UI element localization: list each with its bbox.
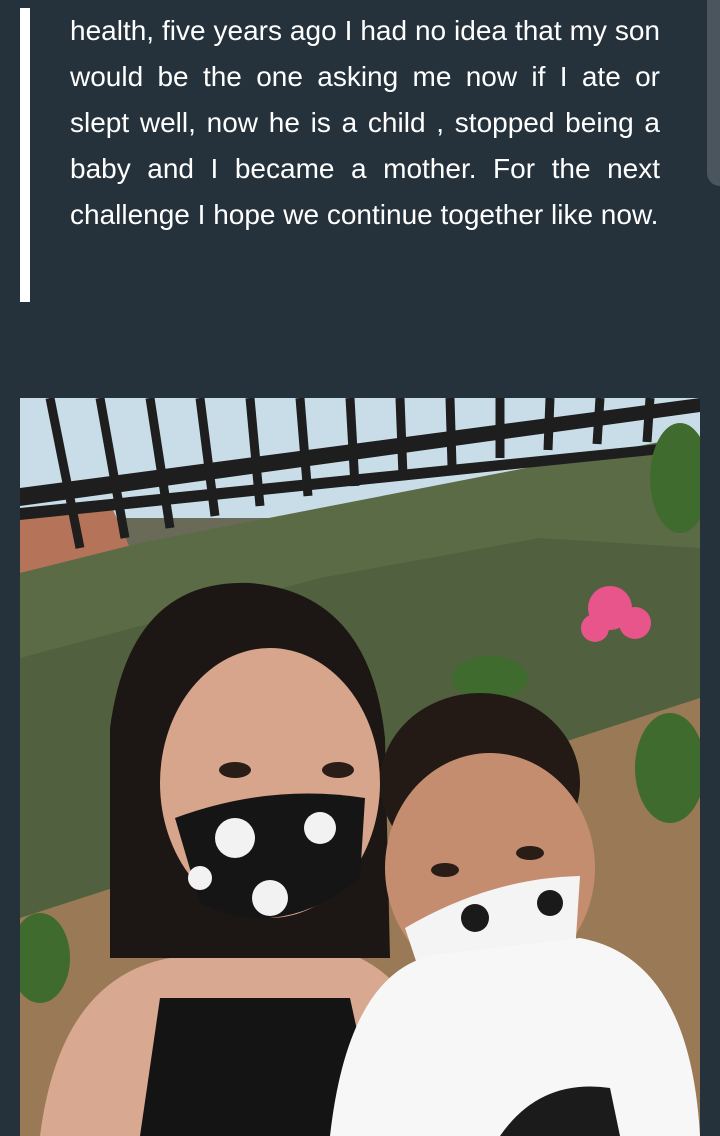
quote-bar (20, 8, 30, 302)
blockquote: health, five years ago I had no idea tha… (20, 0, 680, 302)
post-photo[interactable] (20, 398, 700, 1136)
photo-illustration (20, 398, 700, 1136)
quote-text: health, five years ago I had no idea tha… (70, 15, 660, 230)
scroll-thumb[interactable] (707, 0, 720, 186)
